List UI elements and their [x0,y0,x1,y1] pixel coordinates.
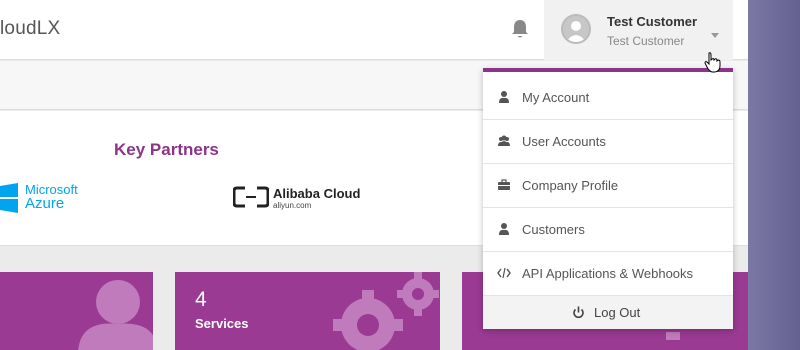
menu-item-label: User Accounts [522,134,606,149]
bell-icon[interactable] [510,18,530,40]
menu-item-my-account[interactable]: My Account [483,76,733,120]
menu-item-label: My Account [522,90,590,105]
user-name: Test Customer [607,14,698,29]
hand-cursor-icon [704,52,721,73]
user-icon [78,280,153,350]
code-icon [497,267,511,279]
top-header: loudLX Test Customer Test Customer [0,0,748,60]
menu-item-customers[interactable]: Customers [483,208,733,252]
users-icon [498,135,510,146]
partner-product: Azure [25,195,65,212]
menu-item-label: API Applications & Webhooks [522,266,694,281]
brand-logo-text[interactable]: loudLX [0,18,60,40]
partner-domain: aliyun.com [273,201,312,210]
menu-item-user-accounts[interactable]: User Accounts [483,120,733,164]
menu-item-api-applications[interactable]: API Applications & Webhooks [483,252,733,296]
logout-label: Log Out [594,305,641,320]
user-icon [499,91,509,103]
menu-item-label: Company Profile [522,178,619,193]
background-strip [748,0,800,350]
menu-item-company-profile[interactable]: Company Profile [483,164,733,208]
power-icon [573,306,584,319]
user-subtitle: Test Customer [607,34,685,48]
user-dropdown-menu: My Account User Accounts Company Profile… [483,68,733,329]
gears-icon [333,272,439,350]
dashboard-tile-users[interactable] [0,272,153,350]
briefcase-icon [498,179,510,190]
chevron-down-icon [711,33,719,38]
avatar [561,14,591,44]
partner-microsoft-azure[interactable]: Microsoft Azure [25,183,78,212]
partner-alibaba-cloud[interactable]: Alibaba Cloud [273,186,360,201]
alibaba-cloud-logo-icon [233,186,269,208]
dashboard-tile-services[interactable]: 4 Services [175,272,440,350]
section-title: Key Partners [114,140,219,159]
logout-button[interactable]: Log Out [483,296,733,329]
windows-logo-icon [0,183,18,213]
menu-item-label: Customers [522,222,585,237]
avatar-person-icon [566,21,586,42]
user-icon [499,223,509,235]
